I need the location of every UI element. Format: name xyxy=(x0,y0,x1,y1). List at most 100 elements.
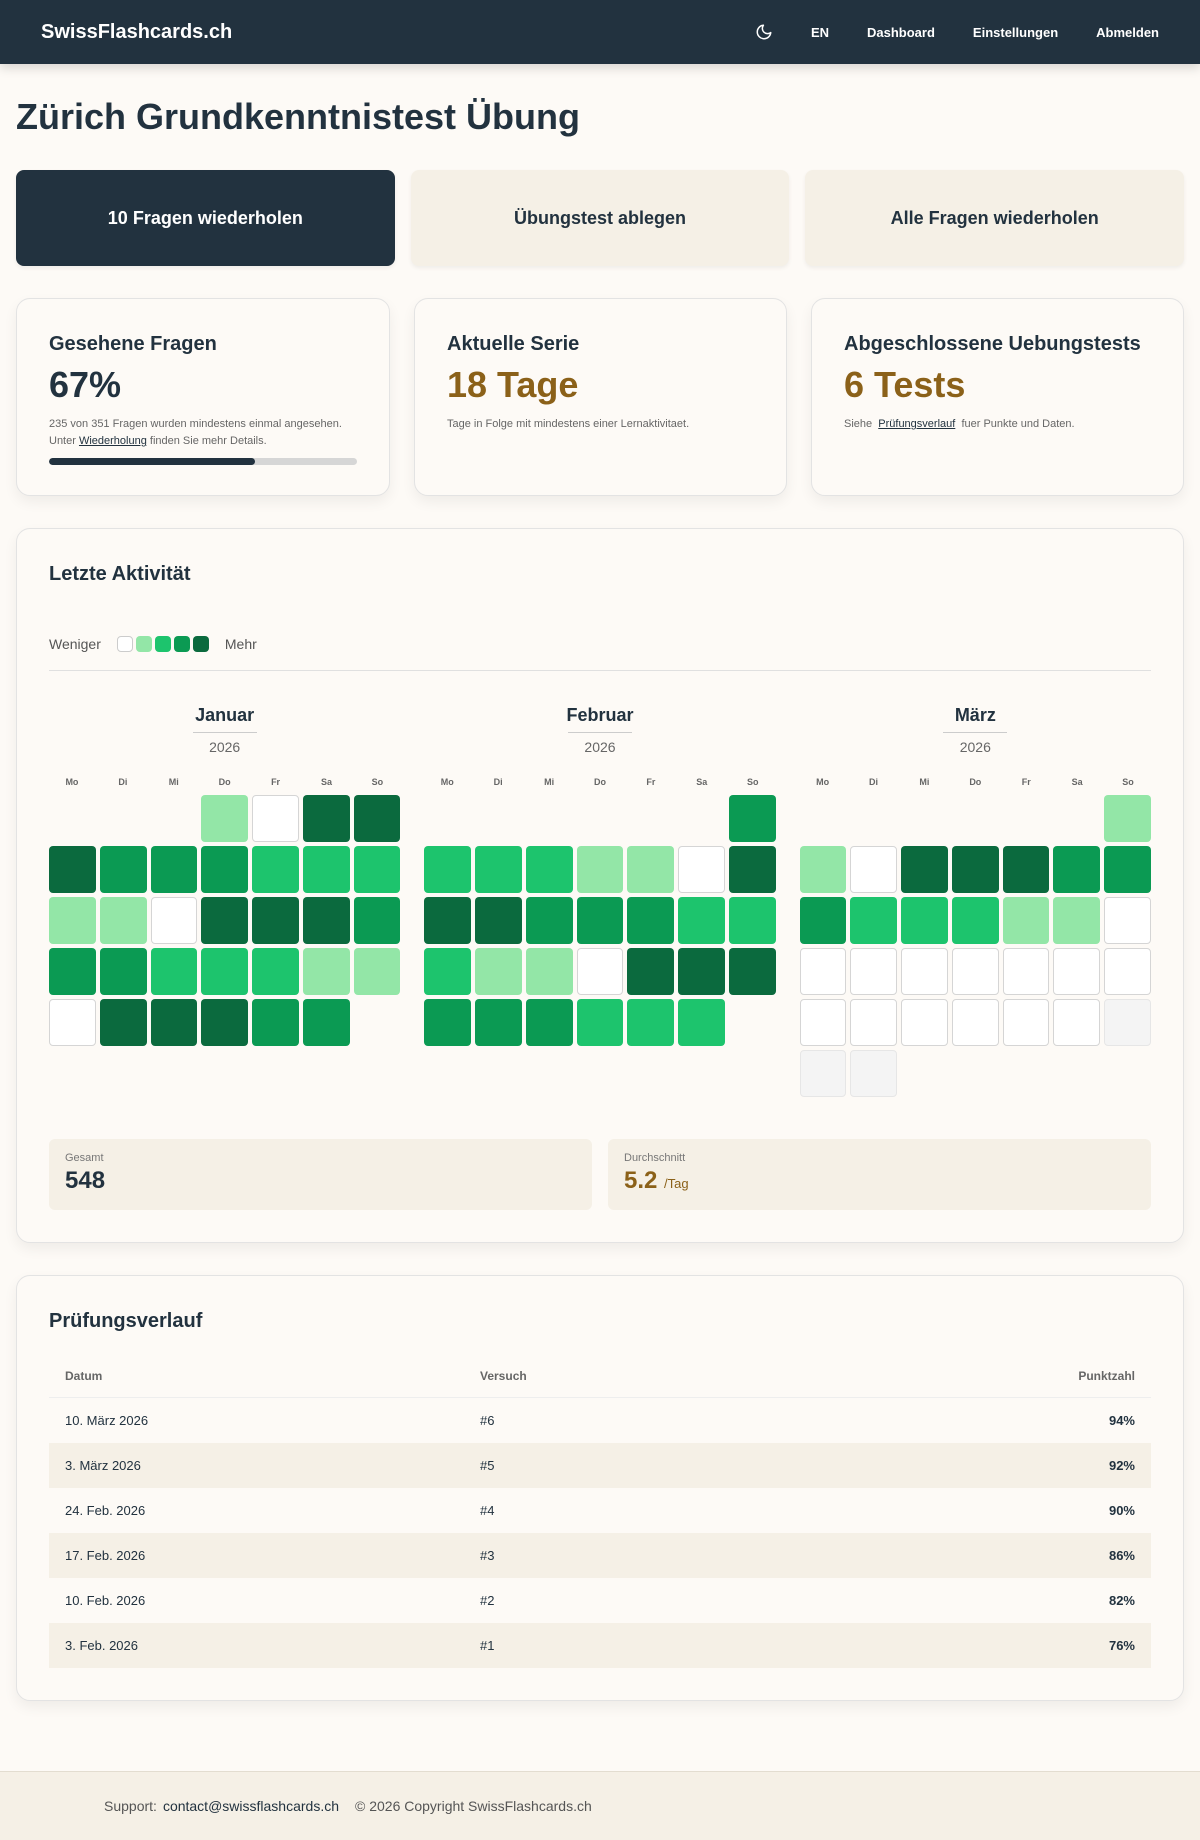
activity-title: Letzte Aktivität xyxy=(49,563,191,585)
activity-day-cell xyxy=(49,846,96,893)
exam-table-body: 10. März 2026 #6 94% 3. März 2026 #5 92% 24. F… xyxy=(49,1398,1151,1668)
cell-attempt: #4 xyxy=(480,1502,495,1518)
support-email-link[interactable]: contact@swissflashcards.ch xyxy=(163,1798,339,1814)
cell-date: 24. Feb. 2026 xyxy=(65,1502,146,1518)
activity-day-cell xyxy=(1104,999,1151,1046)
activity-day-cell xyxy=(678,948,725,995)
activity-day-cell xyxy=(99,948,147,995)
activity-day-cell xyxy=(99,897,147,944)
calendar-month: Januar 2026 Mo Di Mi Do Fr Sa So xyxy=(49,705,401,1097)
activity-day-cell xyxy=(252,999,299,1046)
activity-day-cell xyxy=(353,795,401,842)
moon-icon[interactable] xyxy=(755,23,773,41)
review-10-button[interactable]: 10 Fragen wiederholen xyxy=(16,170,395,266)
day-grid xyxy=(799,795,1151,1097)
brand-logo[interactable]: SwissFlashcards.ch xyxy=(41,21,755,44)
activity-day-cell xyxy=(252,846,299,893)
streak-card: Aktuelle Serie 18 Tage Tage in Folge mit… xyxy=(414,298,787,496)
weekday-label: Sa xyxy=(1071,777,1083,787)
legend-swatch xyxy=(135,636,152,652)
activity-day-cell xyxy=(475,897,522,944)
language-toggle[interactable]: EN xyxy=(811,25,829,40)
cell-score: 90% xyxy=(1108,1502,1135,1518)
activity-day-cell xyxy=(1002,897,1050,944)
activity-day-cell xyxy=(678,846,725,893)
stat-value: 18 Tage xyxy=(447,364,579,405)
activity-day-cell xyxy=(799,999,847,1046)
stat-description: Siehe Prüfungsverlauf fuer Punkte und Da… xyxy=(844,416,1151,433)
stat-label: Gesehene Fragen xyxy=(49,333,217,355)
exam-history-link[interactable]: Prüfungsverlauf xyxy=(878,418,955,430)
activity-day-cell xyxy=(799,1050,847,1097)
activity-day-cell xyxy=(1104,795,1151,842)
legend-swatch xyxy=(173,636,190,652)
weekday-label: Mi xyxy=(168,777,179,787)
column-header-score: Punktzahl xyxy=(787,1355,1151,1398)
activity-day-cell xyxy=(201,999,249,1046)
average-value: 5.2 /Tag xyxy=(624,1167,1135,1195)
activity-day-cell xyxy=(150,999,198,1046)
nav-logout-link[interactable]: Abmelden xyxy=(1096,25,1159,40)
weekday-label: So xyxy=(371,777,384,787)
activity-day-cell xyxy=(1053,846,1101,893)
cell-attempt: #1 xyxy=(464,1622,788,1668)
activity-day-cell xyxy=(1104,948,1151,995)
activity-day-cell xyxy=(678,897,725,944)
legend-swatch xyxy=(116,636,133,652)
cell-date: 10. Feb. 2026 xyxy=(65,1592,146,1608)
exam-history-card: Prüfungsverlauf Datum Versuch Punktzahl … xyxy=(16,1275,1184,1701)
seen-progress-bar xyxy=(49,458,357,465)
activity-day-cell xyxy=(951,948,999,995)
activity-day-cell xyxy=(799,897,847,944)
activity-day-cell xyxy=(728,948,776,995)
activity-day-cell xyxy=(525,999,573,1046)
activity-day-cell xyxy=(1104,846,1151,893)
stat-label: Abgeschlossene Uebungstests xyxy=(844,333,1141,355)
activity-day-cell xyxy=(252,795,299,842)
weekday-label: Mi xyxy=(919,777,930,787)
legend-swatches xyxy=(116,636,209,652)
activity-day-cell xyxy=(627,846,675,893)
activity-day-cell xyxy=(252,897,299,944)
activity-day-cell xyxy=(951,999,999,1046)
total-value: 548 xyxy=(65,1167,106,1194)
nav-settings-link[interactable]: Einstellungen xyxy=(973,25,1058,40)
legend-less-label: Weniger xyxy=(49,636,101,652)
activity-day-cell xyxy=(525,897,573,944)
activity-day-cell xyxy=(475,948,522,995)
month-name: Januar xyxy=(195,705,255,725)
activity-day-cell xyxy=(201,795,249,842)
cell-score: 76% xyxy=(787,1622,1151,1668)
activity-day-cell xyxy=(576,948,624,995)
table-header-row: Datum Versuch Punktzahl xyxy=(49,1355,1151,1398)
cell-attempt: #5 xyxy=(464,1442,788,1488)
weekday-label: Do xyxy=(593,777,606,787)
activity-calendar: Januar 2026 Mo Di Mi Do Fr Sa So Februar 2026 Mo Di M… xyxy=(49,705,1151,1097)
cell-attempt: #6 xyxy=(480,1412,495,1428)
activity-day-cell xyxy=(201,897,249,944)
month-year: 2026 xyxy=(192,732,257,755)
activity-day-cell xyxy=(302,897,350,944)
nav-dashboard-link[interactable]: Dashboard xyxy=(867,25,935,40)
stat-description: 235 von 351 Fragen wurden mindestens ein… xyxy=(49,416,357,450)
day-grid xyxy=(424,795,776,1046)
stat-value: 67% xyxy=(49,364,122,405)
weekday-label: Do xyxy=(218,777,231,787)
calendar-month: Februar 2026 Mo Di Mi Do Fr Sa So xyxy=(424,705,776,1097)
weekday-label: Fr xyxy=(1021,777,1031,787)
weekday-label: Sa xyxy=(320,777,332,787)
table-row: 10. Feb. 2026 #2 82% xyxy=(49,1578,1151,1623)
activity-day-cell xyxy=(576,999,624,1046)
activity-day-cell xyxy=(627,948,675,995)
weekday-header: Mo Di Mi Do Fr Sa So xyxy=(424,777,775,787)
review-link[interactable]: Wiederholung xyxy=(79,435,147,447)
activity-day-cell xyxy=(1104,897,1151,944)
activity-day-cell xyxy=(302,846,350,893)
activity-card: Letzte Aktivität Weniger Mehr Januar 2026… xyxy=(16,528,1184,1243)
table-row: 3. März 2026 #5 92% xyxy=(49,1442,1151,1488)
review-all-button[interactable]: Alle Fragen wiederholen xyxy=(805,170,1185,266)
cell-attempt: #2 xyxy=(480,1592,495,1608)
practice-test-button[interactable]: Übungstest ablegen xyxy=(410,170,790,266)
cell-date: 10. März 2026 xyxy=(65,1412,149,1428)
activity-day-cell xyxy=(424,999,472,1046)
